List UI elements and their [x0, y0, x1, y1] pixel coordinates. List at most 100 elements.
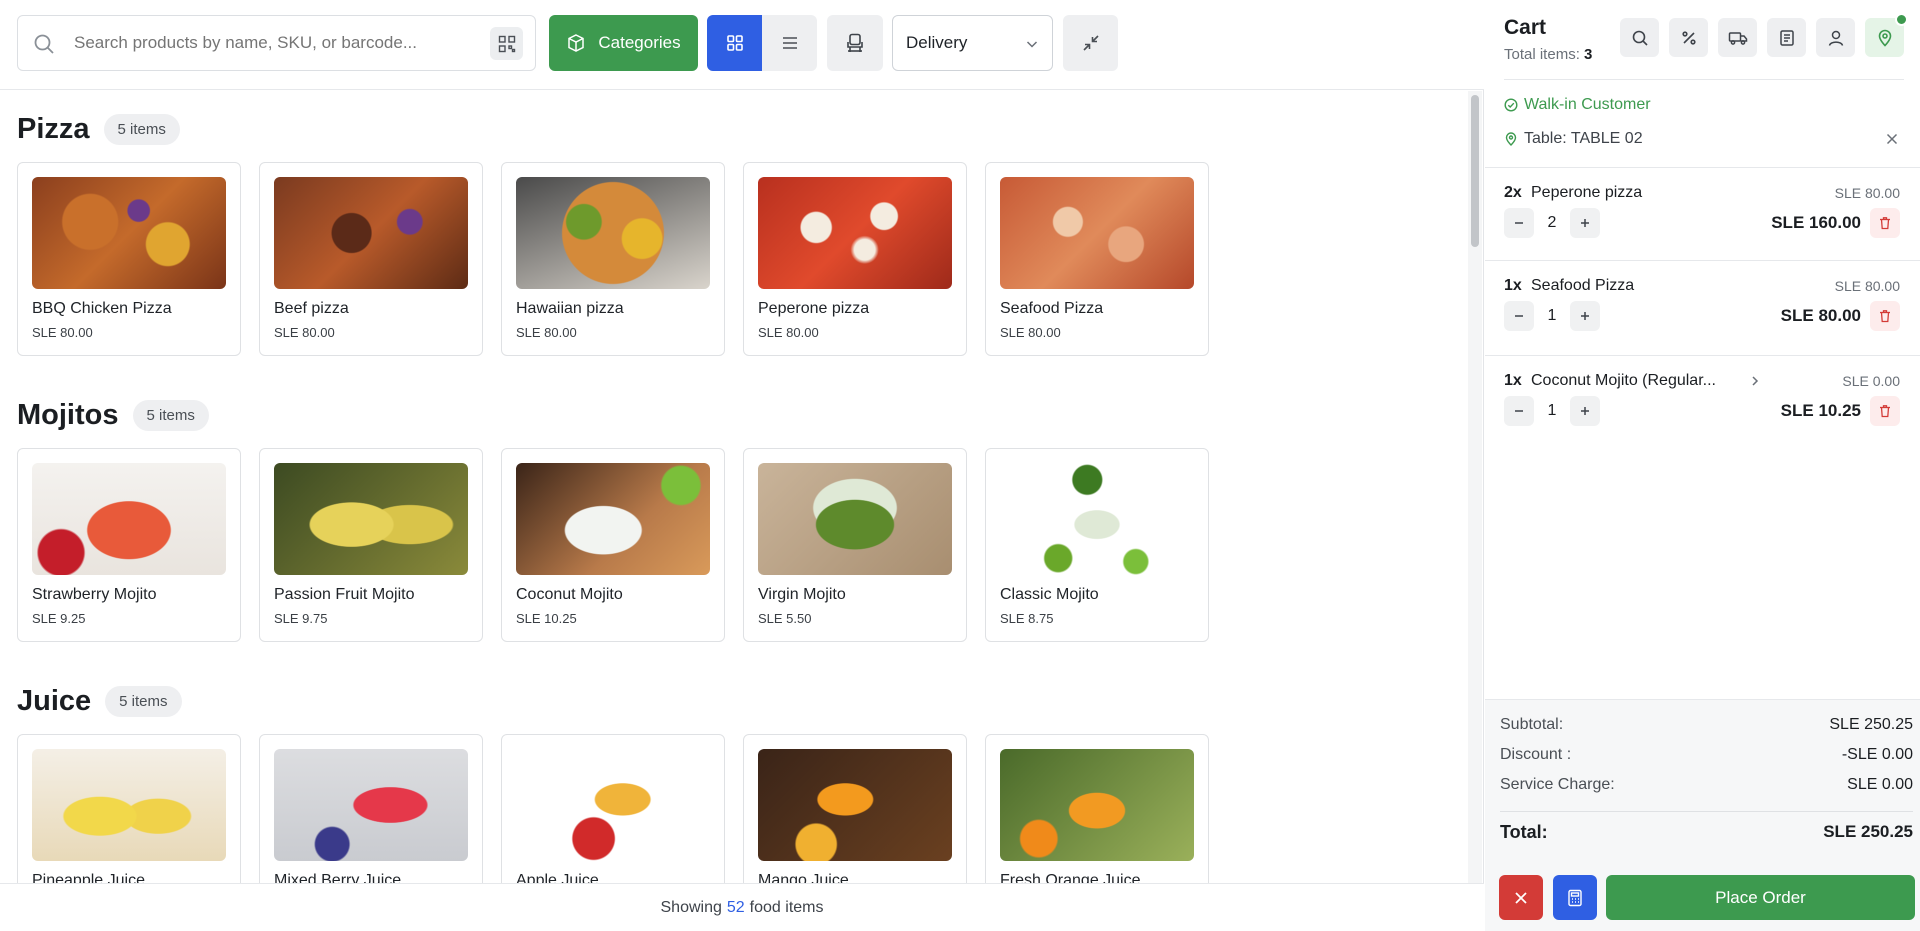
- product-image: [516, 463, 710, 575]
- cart-item: 2x Peperone pizza SLE 80.00 2 SLE 160.00: [1504, 184, 1900, 276]
- search-input[interactable]: [74, 16, 474, 70]
- cart-item: 1x Coconut Mojito (Regular... SLE 0.00 1…: [1504, 372, 1900, 464]
- remove-item-button[interactable]: [1870, 208, 1900, 238]
- product-price: SLE 9.25: [32, 611, 86, 626]
- chevron-right-icon[interactable]: [1748, 374, 1762, 388]
- item-count-badge: 5 items: [132, 399, 209, 431]
- product-name: Mixed Berry Juice: [274, 872, 402, 883]
- product-image: [1000, 177, 1194, 289]
- customer-button[interactable]: [1816, 18, 1855, 57]
- total-items-value: 3: [1584, 46, 1593, 63]
- order-summary: Subtotal: SLE 250.25 Discount : -SLE 0.0…: [1485, 699, 1920, 931]
- service-charge-value: SLE 0.00: [1847, 776, 1913, 793]
- subtotal-value: SLE 250.25: [1829, 716, 1913, 733]
- cart-item-qty: 2: [1547, 214, 1557, 231]
- product-card[interactable]: Hawaiian pizza SLE 80.00: [501, 162, 725, 356]
- view-toggle: [707, 15, 817, 71]
- product-name: BBQ Chicken Pizza: [32, 300, 172, 317]
- customer-selection[interactable]: Walk-in Customer: [1504, 96, 1651, 114]
- product-card[interactable]: Fresh Orange Juice: [985, 734, 1209, 883]
- product-image: [274, 463, 468, 575]
- increase-qty-button[interactable]: [1570, 301, 1600, 331]
- product-price: SLE 80.00: [274, 325, 335, 340]
- search-icon: [1631, 29, 1649, 47]
- place-order-button[interactable]: Place Order: [1606, 875, 1915, 920]
- cart-item-qty-label: 2x: [1504, 184, 1522, 201]
- collapse-icon: [1081, 33, 1101, 53]
- total-items-label: Total items:: [1504, 46, 1580, 63]
- calculator-icon: [1567, 889, 1583, 907]
- remove-item-button[interactable]: [1870, 301, 1900, 331]
- product-price: SLE 10.25: [516, 611, 577, 626]
- increase-qty-button[interactable]: [1570, 208, 1600, 238]
- list-view-button[interactable]: [762, 15, 817, 71]
- product-name: Pineapple Juice: [32, 872, 145, 883]
- collapse-button[interactable]: [1063, 15, 1118, 71]
- table-label: Table: TABLE 02: [1524, 130, 1643, 147]
- discount-row: Discount : -SLE 0.00: [1500, 746, 1913, 764]
- close-icon[interactable]: [1885, 132, 1899, 146]
- cart-actions: [1620, 13, 1908, 57]
- truck-icon: [1728, 29, 1748, 47]
- product-card[interactable]: Mango Juice: [743, 734, 967, 883]
- notes-button[interactable]: [1767, 18, 1806, 57]
- product-price: SLE 80.00: [758, 325, 819, 340]
- remove-item-button[interactable]: [1870, 396, 1900, 426]
- product-card[interactable]: Beef pizza SLE 80.00: [259, 162, 483, 356]
- trash-icon: [1878, 404, 1892, 418]
- product-image: [516, 177, 710, 289]
- qr-code-icon[interactable]: [490, 27, 523, 60]
- order-type-select[interactable]: Delivery: [892, 15, 1053, 71]
- items-count-footer: Showing 52 food items: [0, 883, 1484, 931]
- seat-icon: [844, 32, 866, 54]
- product-name: Virgin Mojito: [758, 586, 846, 603]
- product-list-scrollbar[interactable]: [1468, 91, 1482, 883]
- product-card[interactable]: Passion Fruit Mojito SLE 9.75: [259, 448, 483, 642]
- cart-item-name: Peperone pizza: [1531, 184, 1643, 201]
- service-charge-row: Service Charge: SLE 0.00: [1500, 776, 1913, 794]
- product-card[interactable]: Peperone pizza SLE 80.00: [743, 162, 967, 356]
- product-card[interactable]: Apple Juice: [501, 734, 725, 883]
- product-card[interactable]: Seafood Pizza SLE 80.00: [985, 162, 1209, 356]
- divider: [1500, 811, 1913, 812]
- toolbar: Categories D: [0, 0, 1484, 90]
- product-price: SLE 8.75: [1000, 611, 1054, 626]
- divider: [1485, 167, 1920, 168]
- product-panel: Categories D: [0, 0, 1484, 931]
- decrease-qty-button[interactable]: [1504, 208, 1534, 238]
- product-card[interactable]: BBQ Chicken Pizza SLE 80.00: [17, 162, 241, 356]
- product-card[interactable]: Strawberry Mojito SLE 9.25: [17, 448, 241, 642]
- increase-qty-button[interactable]: [1570, 396, 1600, 426]
- delivery-button[interactable]: [1718, 18, 1757, 57]
- decrease-qty-button[interactable]: [1504, 301, 1534, 331]
- table-assignment: Table: TABLE 02: [1504, 130, 1899, 148]
- product-price: SLE 80.00: [32, 325, 93, 340]
- cart-item-unit-price: SLE 0.00: [1842, 373, 1900, 389]
- chevron-down-icon: [1024, 36, 1040, 52]
- product-name: Apple Juice: [516, 872, 599, 883]
- calculator-button[interactable]: [1553, 875, 1597, 920]
- scrollbar-thumb[interactable]: [1471, 95, 1479, 247]
- product-card[interactable]: Coconut Mojito SLE 10.25: [501, 448, 725, 642]
- product-image: [516, 749, 710, 861]
- minus-icon: [1513, 310, 1525, 322]
- product-name: Classic Mojito: [1000, 586, 1099, 603]
- product-card[interactable]: Mixed Berry Juice: [259, 734, 483, 883]
- product-name: Fresh Orange Juice: [1000, 872, 1141, 883]
- cart-search-button[interactable]: [1620, 18, 1659, 57]
- section-title: Mojitos: [17, 398, 119, 431]
- grid-view-button[interactable]: [707, 15, 762, 71]
- order-type-value: Delivery: [906, 33, 968, 52]
- decrease-qty-button[interactable]: [1504, 396, 1534, 426]
- product-image: [274, 177, 468, 289]
- table-select-button[interactable]: [827, 15, 883, 71]
- product-card[interactable]: Classic Mojito SLE 8.75: [985, 448, 1209, 642]
- product-name: Passion Fruit Mojito: [274, 586, 415, 603]
- clear-cart-button[interactable]: [1499, 875, 1543, 920]
- product-card[interactable]: Virgin Mojito SLE 5.50: [743, 448, 967, 642]
- location-button[interactable]: [1865, 13, 1908, 57]
- categories-button[interactable]: Categories: [549, 15, 698, 71]
- item-count-badge: 5 items: [103, 113, 180, 145]
- product-card[interactable]: Pineapple Juice: [17, 734, 241, 883]
- discount-button[interactable]: [1669, 18, 1708, 57]
